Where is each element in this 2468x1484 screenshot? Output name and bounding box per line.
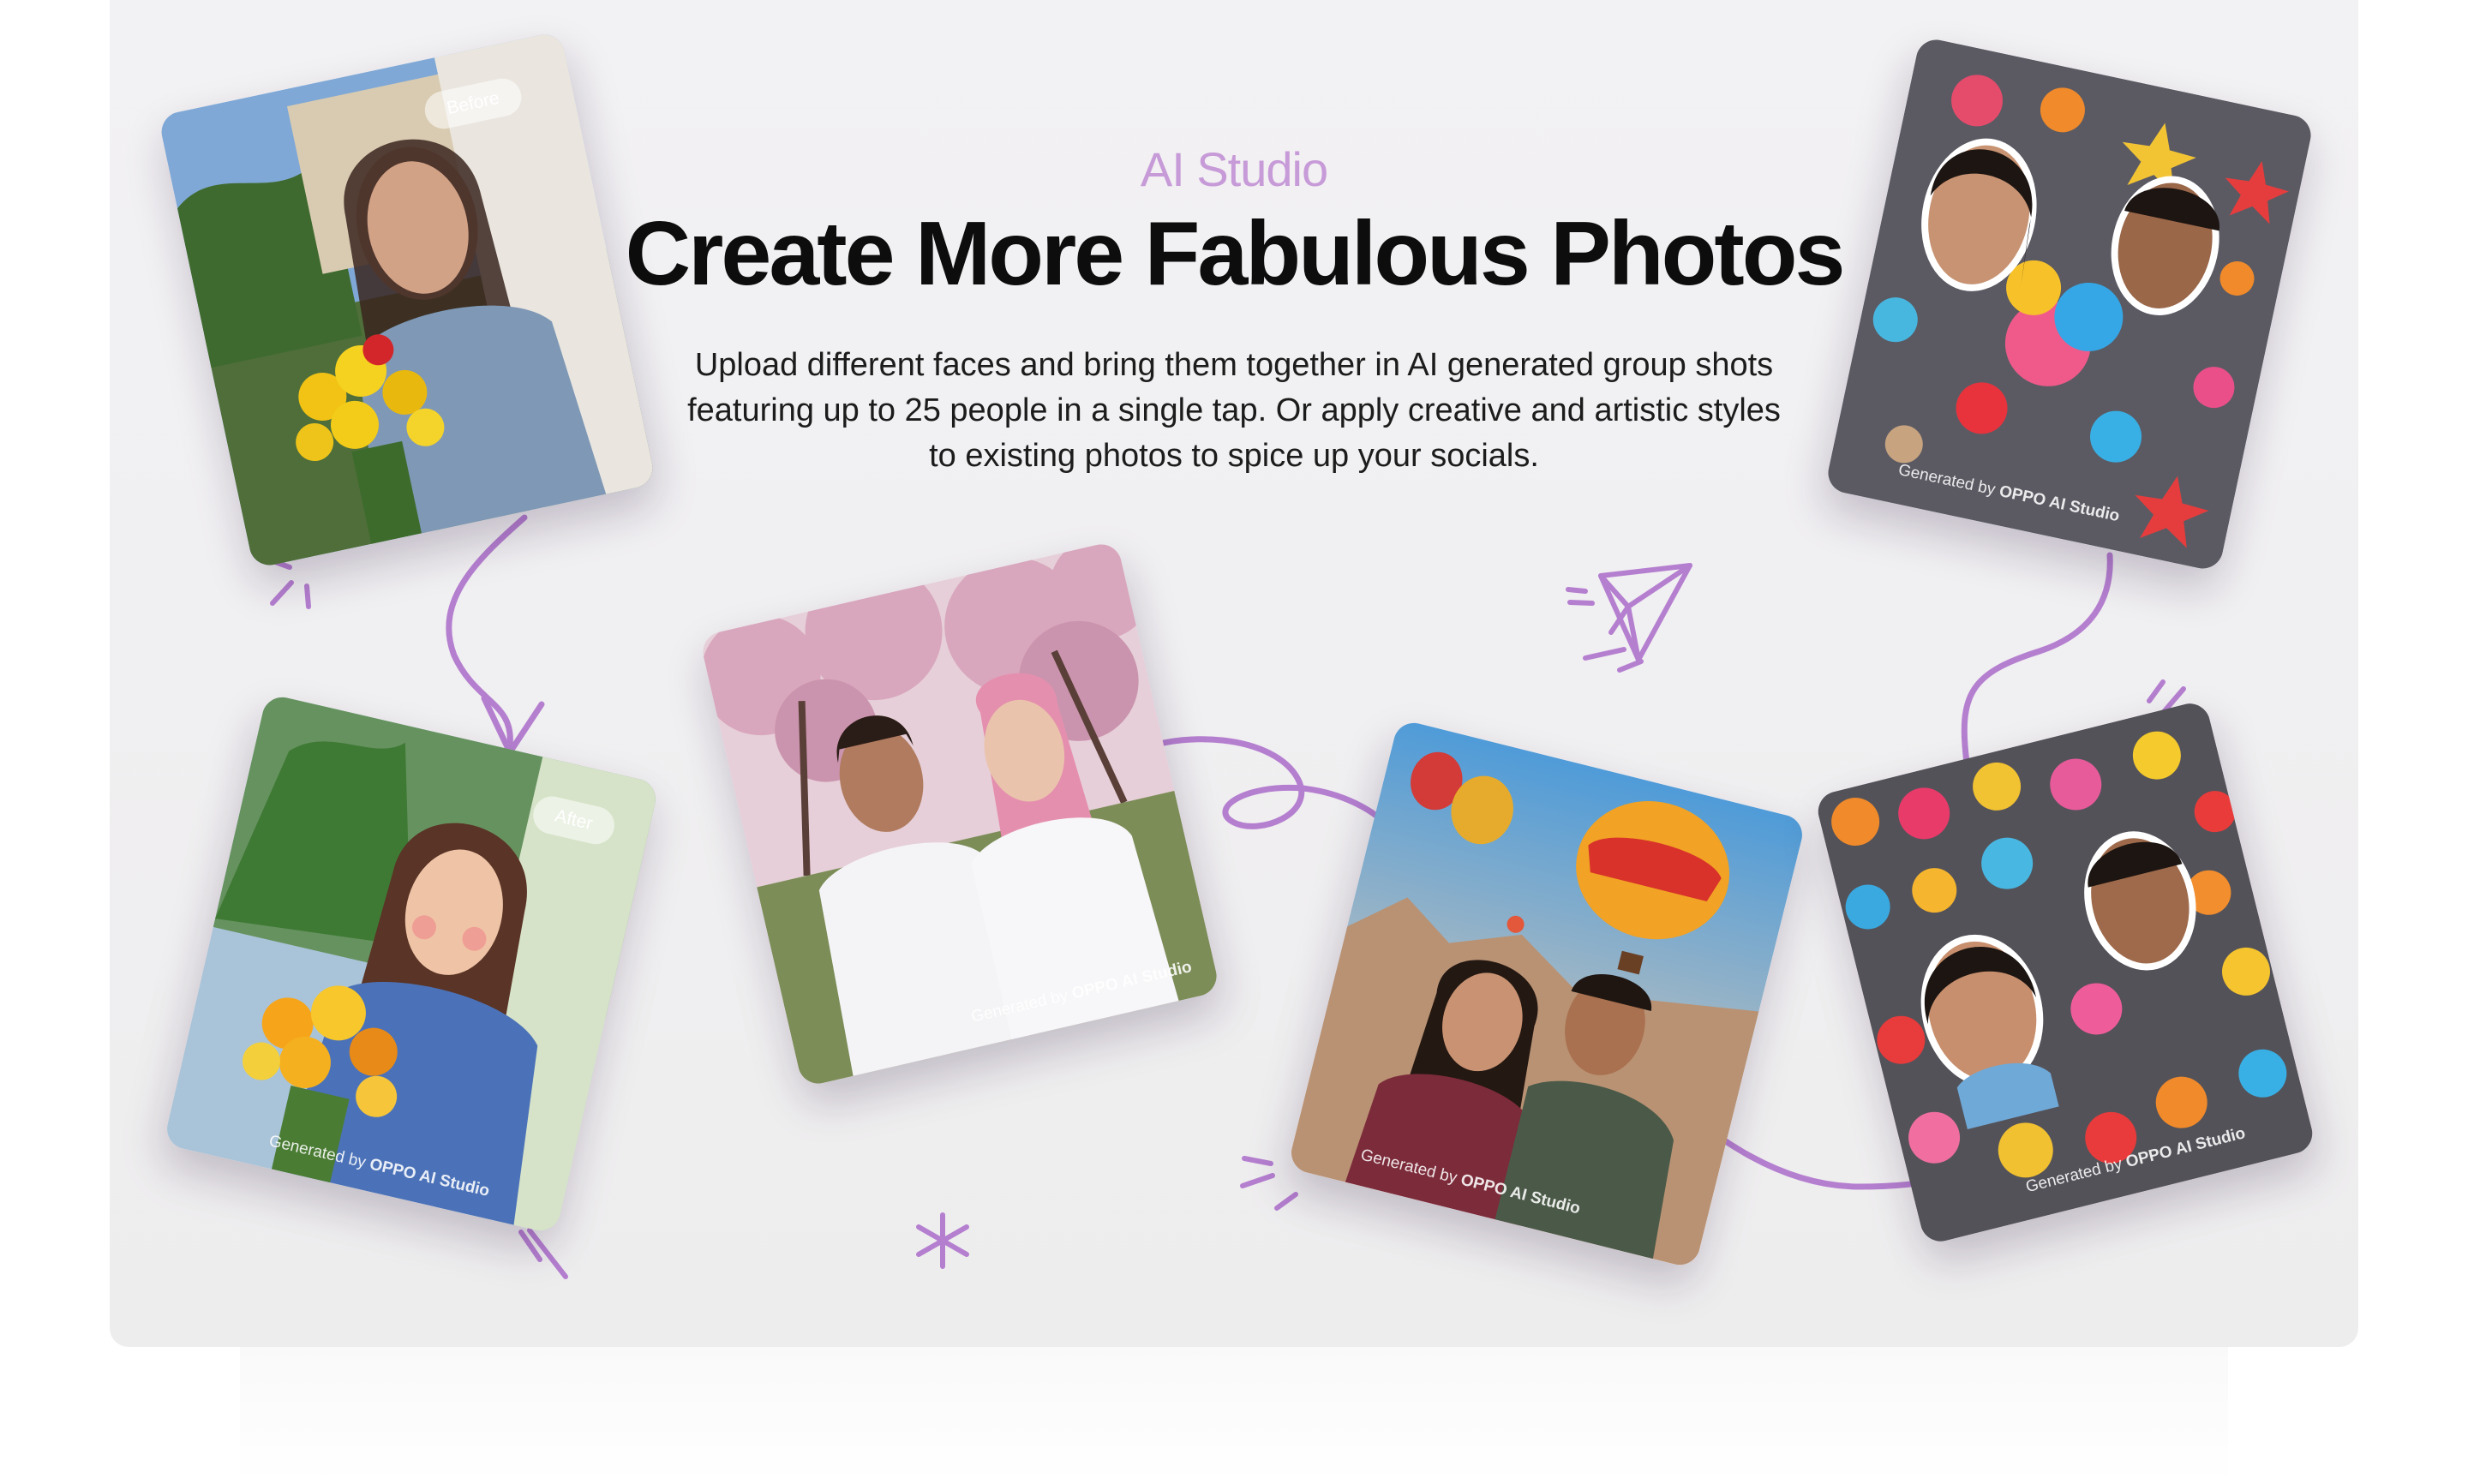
paper-plane-icon	[1598, 563, 1692, 662]
arrow-icon	[446, 514, 528, 749]
asterisk-sparkle-icon	[916, 1212, 969, 1269]
